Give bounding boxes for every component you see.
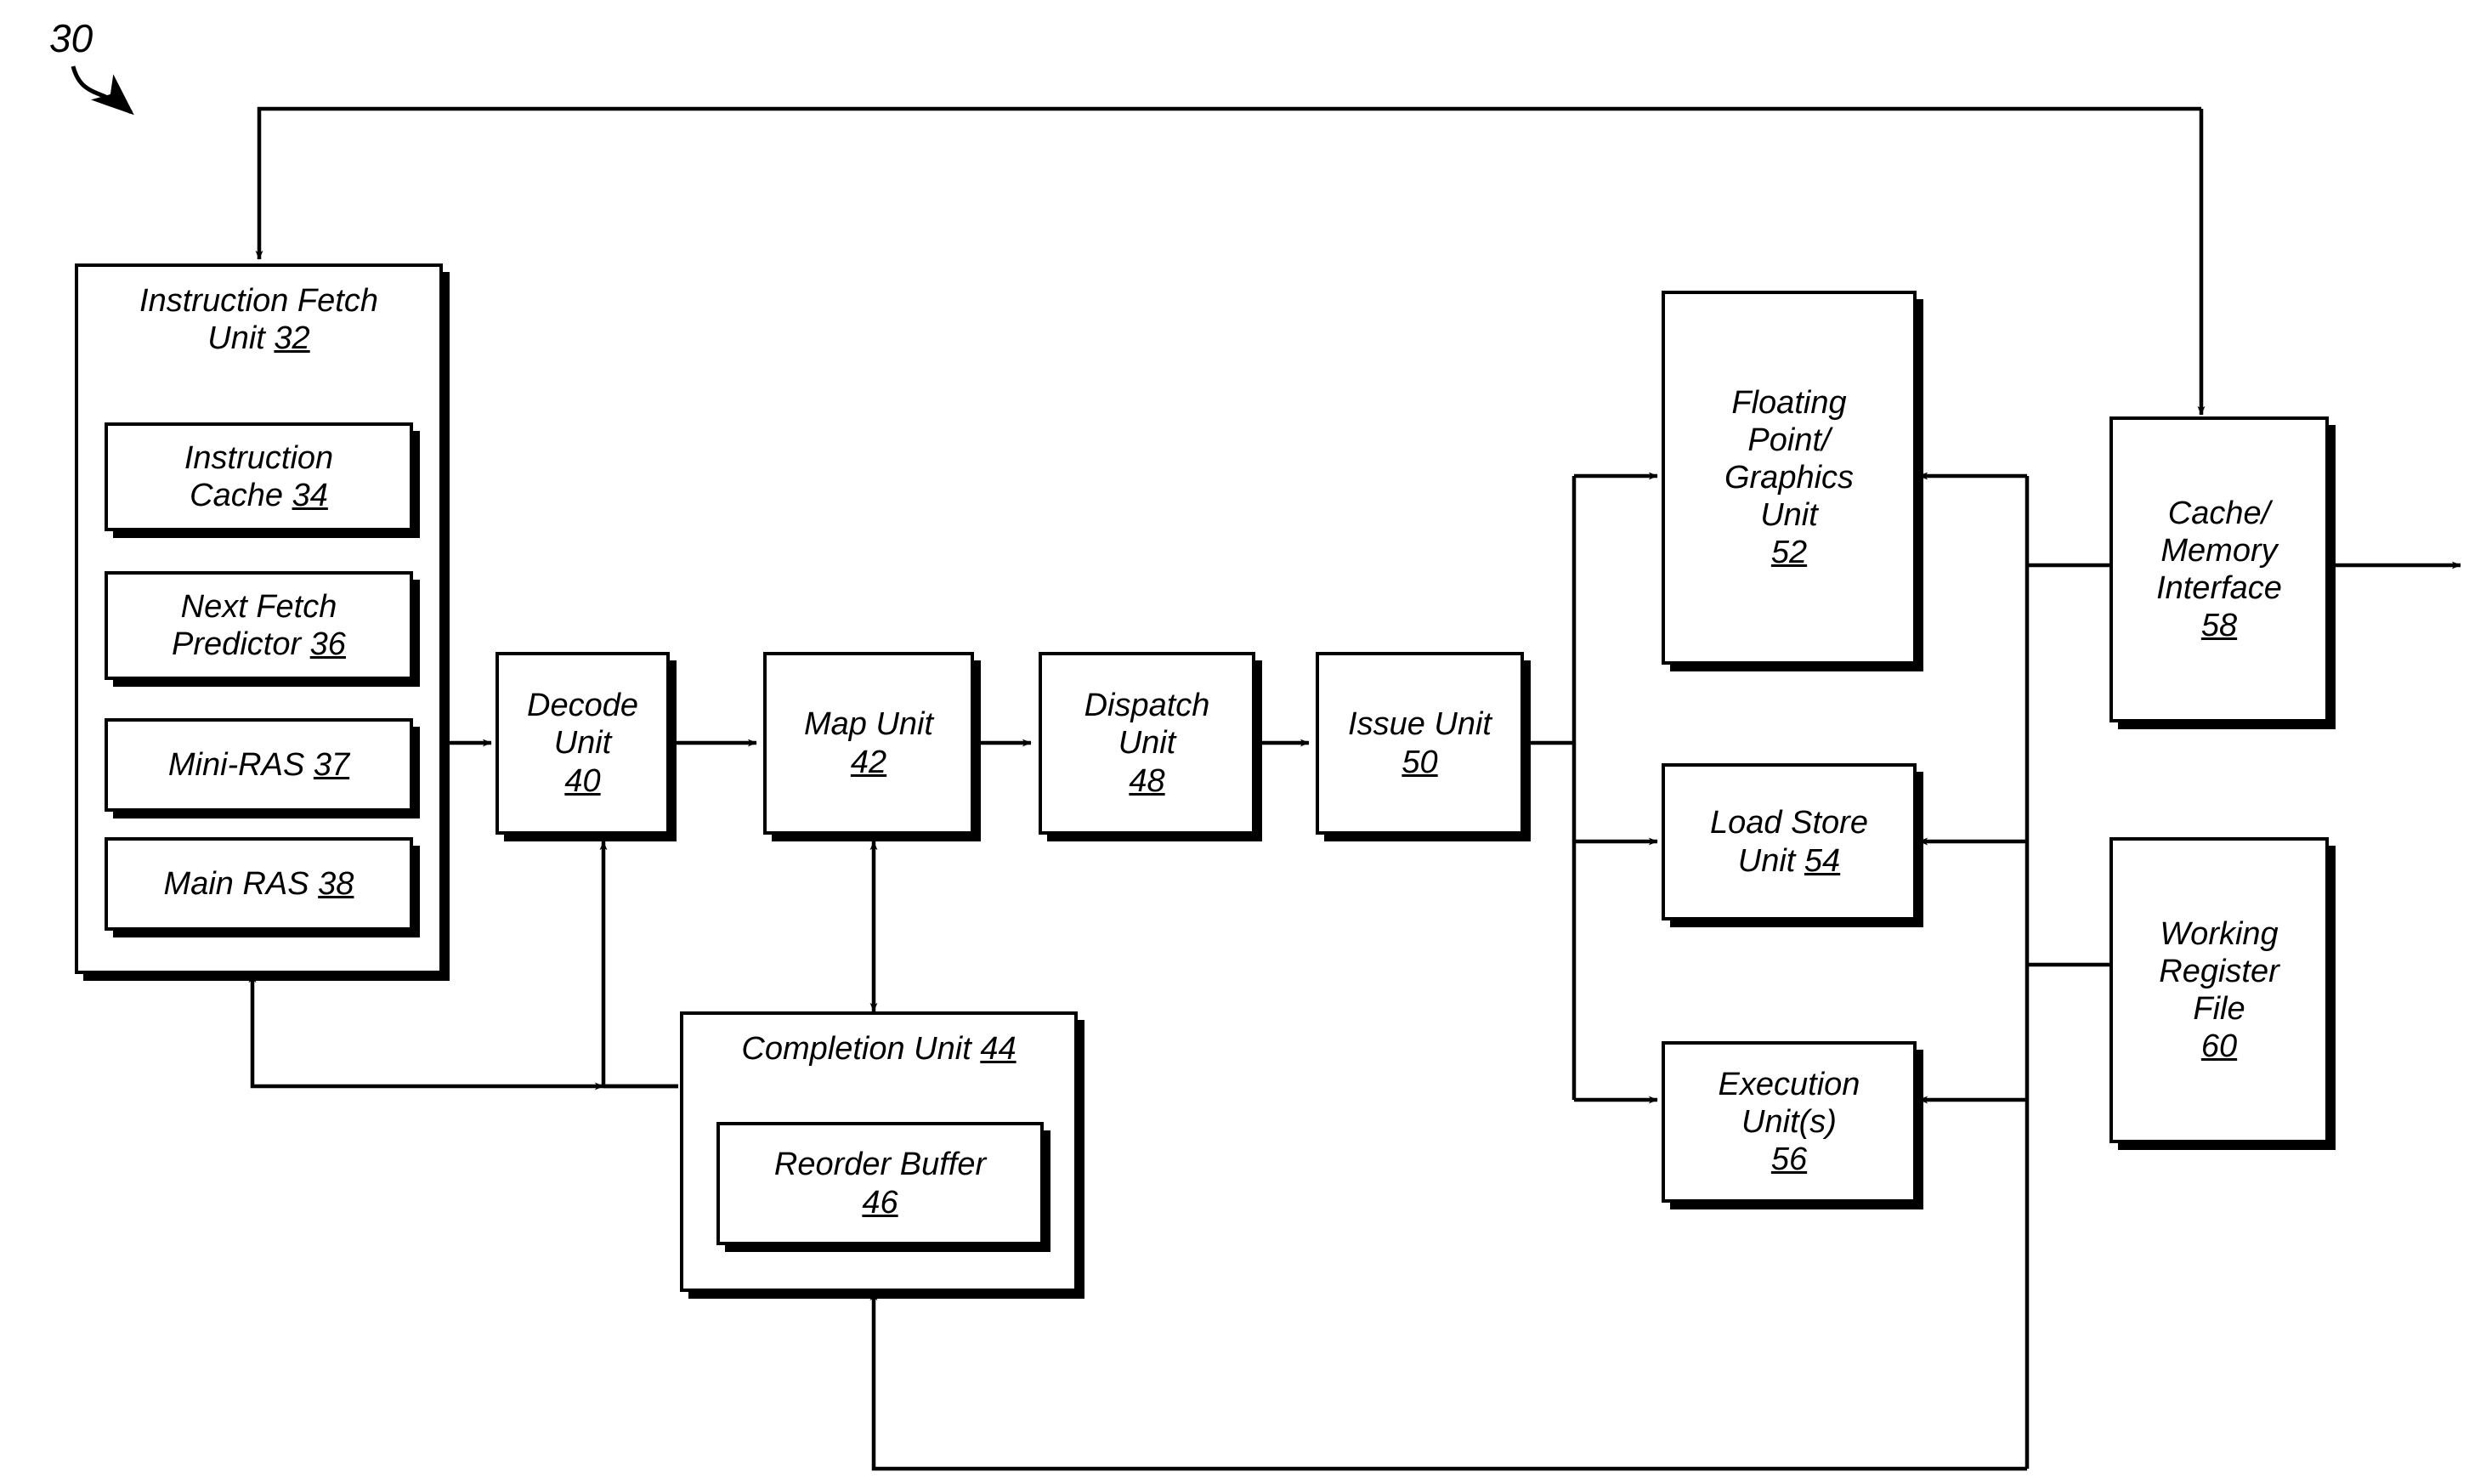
block-next-fetch-predictor[interactable]: Next Fetch Predictor 36 <box>105 571 413 680</box>
wire-bottom-return-to-completion <box>869 1291 2027 1471</box>
wire-top-bus-to-ifu <box>255 106 2201 260</box>
figure-reference-numeral: 30 <box>49 16 93 60</box>
block-load-store-unit[interactable]: Load Store Unit 54 <box>1662 763 1917 920</box>
label-completion-unit: Completion Unit 44 <box>741 1031 1016 1067</box>
label-next-fetch-predictor: Next Fetch Predictor 36 <box>172 588 346 662</box>
label-mini-ras: Mini-RAS 37 <box>167 746 350 783</box>
block-floating-point-graphics-unit[interactable]: Floating Point/ Graphics Unit 52 <box>1662 291 1917 665</box>
block-dispatch-unit[interactable]: Dispatch Unit 48 <box>1039 652 1255 835</box>
wire-feedback-to-ifu <box>248 973 678 1089</box>
label-instruction-cache: Instruction Cache 34 <box>184 439 334 513</box>
block-cache-memory-interface[interactable]: Cache/ Memory Interface 58 <box>2109 416 2329 722</box>
label-execution-units: Execution Unit(s) 56 <box>1718 1066 1860 1178</box>
label-floating-point-graphics-unit: Floating Point/ Graphics Unit 52 <box>1724 384 1855 571</box>
label-map-unit: Map Unit 42 <box>803 706 934 780</box>
block-execution-units[interactable]: Execution Unit(s) 56 <box>1662 1041 1917 1203</box>
block-map-unit[interactable]: Map Unit 42 <box>763 652 974 835</box>
figure-lead-arrow-icon <box>71 65 134 116</box>
label-dispatch-unit: Dispatch Unit 48 <box>1084 688 1210 799</box>
label-cache-memory-interface: Cache/ Memory Interface 58 <box>2156 495 2282 644</box>
figure-block-diagram: 30 Instruction Fetch Unit 32 Instruction… <box>0 0 2486 1484</box>
label-load-store-unit: Load Store Unit 54 <box>1710 805 1868 879</box>
label-main-ras: Main RAS 38 <box>163 865 354 902</box>
label-issue-unit: Issue Unit 50 <box>1348 706 1492 780</box>
label-working-register-file: Working Register File 60 <box>2159 915 2279 1065</box>
label-decode-unit: Decode Unit 40 <box>527 688 638 799</box>
block-instruction-cache[interactable]: Instruction Cache 34 <box>105 422 413 531</box>
label-reorder-buffer: Reorder Buffer 46 <box>773 1147 987 1221</box>
block-working-register-file[interactable]: Working Register File 60 <box>2109 837 2329 1143</box>
block-issue-unit[interactable]: Issue Unit 50 <box>1316 652 1524 835</box>
block-main-ras[interactable]: Main RAS 38 <box>105 837 413 931</box>
block-decode-unit[interactable]: Decode Unit 40 <box>496 652 670 835</box>
block-mini-ras[interactable]: Mini-RAS 37 <box>105 718 413 812</box>
label-instruction-fetch-unit: Instruction Fetch Unit 32 <box>139 283 378 357</box>
block-reorder-buffer[interactable]: Reorder Buffer 46 <box>716 1122 1044 1245</box>
